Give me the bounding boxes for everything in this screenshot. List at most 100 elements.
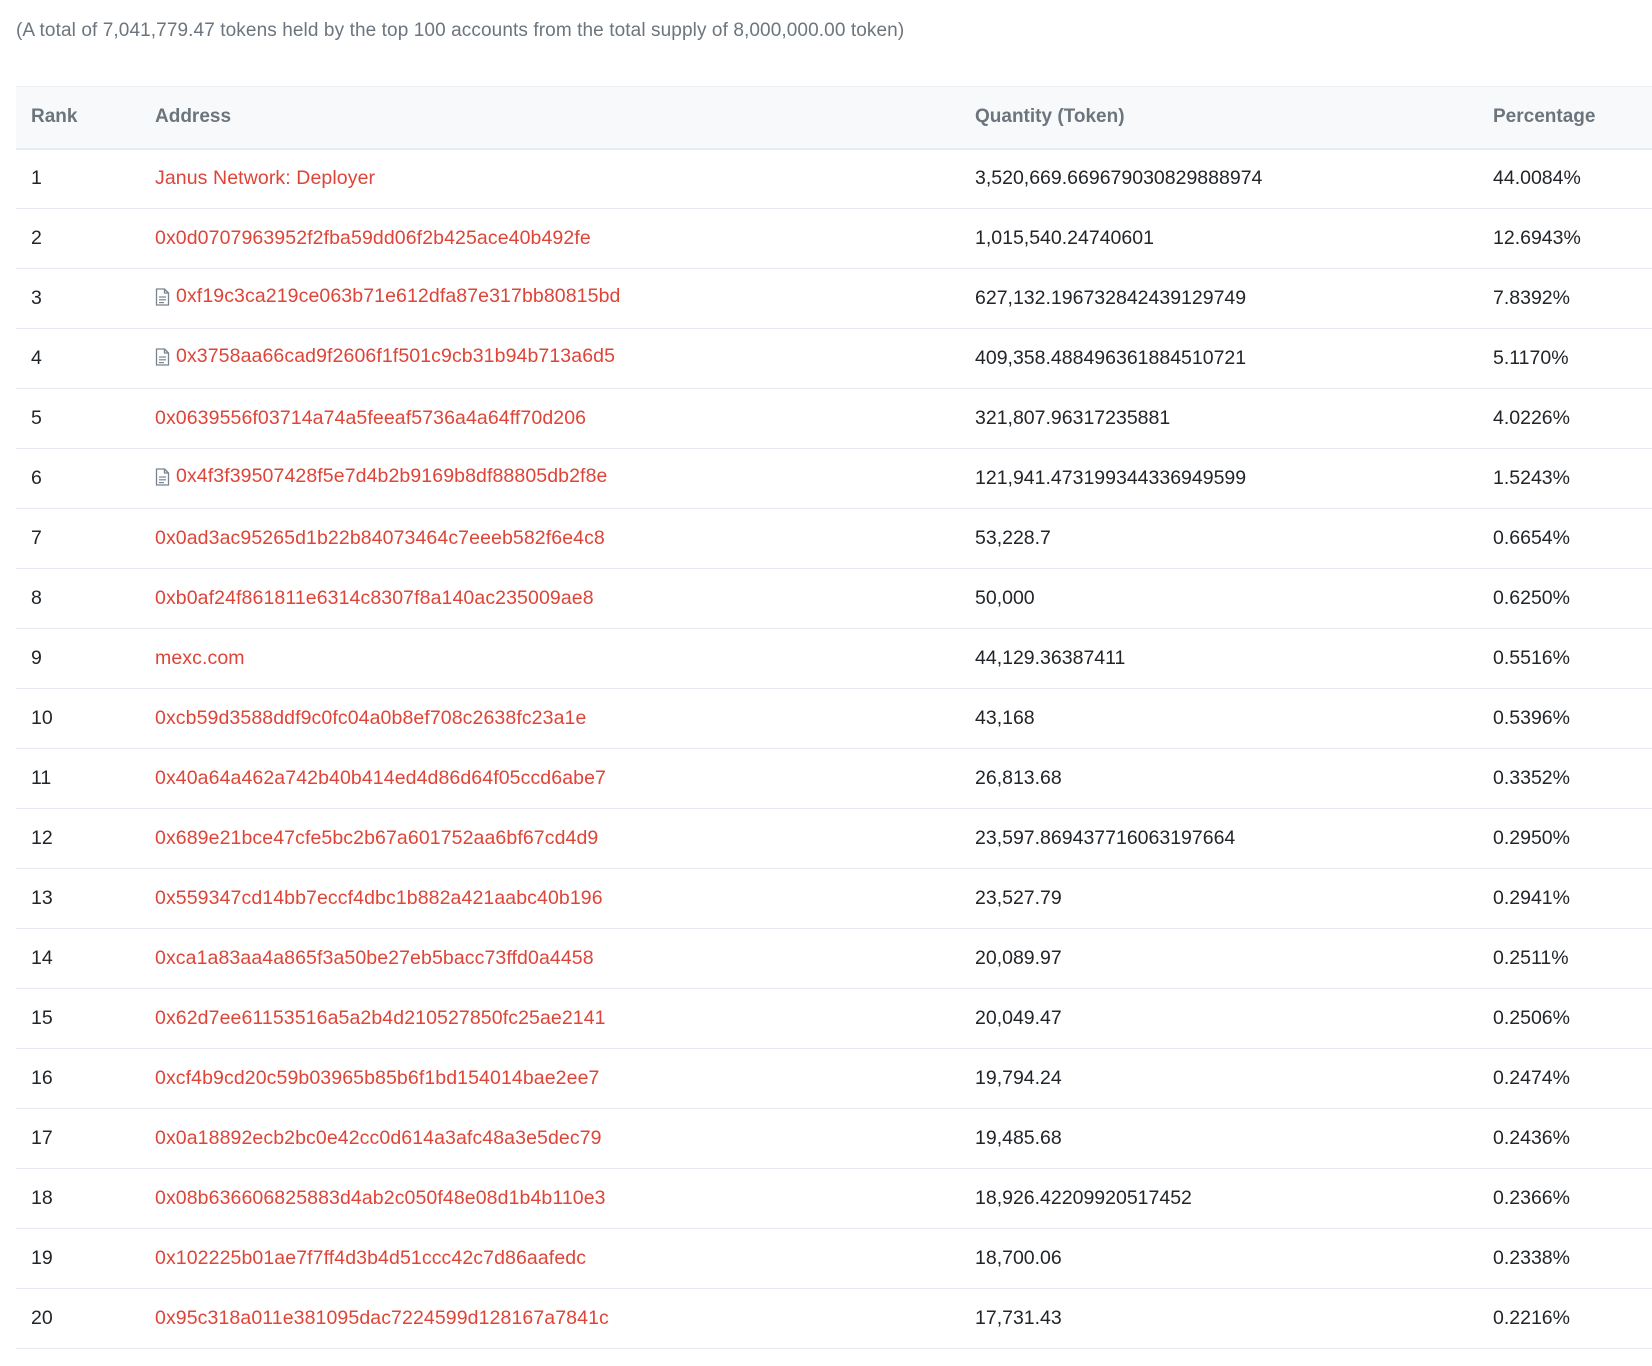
address-cell: Janus Network: Deployer — [140, 148, 960, 209]
rank-cell: 6 — [16, 448, 140, 509]
table-row: 14 0xca1a83aa4a865f3a50be27eb5bacc73ffd0… — [16, 928, 1652, 989]
rank-cell: 14 — [16, 928, 140, 989]
rank-cell: 17 — [16, 1108, 140, 1169]
holder-address-link[interactable]: 0x0a18892ecb2bc0e42cc0d614a3afc48a3e5dec… — [155, 1127, 602, 1150]
holder-address-text: 0x0d0707963952f2fba59dd06f2b425ace40b492… — [155, 227, 591, 249]
address-cell: 0x689e21bce47cfe5bc2b67a601752aa6bf67cd4… — [140, 808, 960, 869]
holder-address-link[interactable]: 0x559347cd14bb7eccf4dbc1b882a421aabc40b1… — [155, 887, 603, 910]
holders-table: Rank Address Quantity (Token) Percentage… — [16, 86, 1652, 1349]
column-header-quantity: Quantity (Token) — [960, 86, 1478, 150]
table-body: 1 Janus Network: Deployer 3,520,669.6696… — [16, 148, 1652, 1349]
table-row: 7 0x0ad3ac95265d1b22b84073464c7eeeb582f6… — [16, 508, 1652, 569]
rank-cell: 9 — [16, 628, 140, 689]
quantity-cell: 3,520,669.669679030829888974 — [960, 148, 1478, 209]
table-row: 5 0x0639556f03714a74a5feeaf5736a4a64ff70… — [16, 388, 1652, 449]
holders-summary: (A total of 7,041,779.47 tokens held by … — [16, 20, 905, 41]
percentage-cell: 0.2950% — [1478, 808, 1652, 869]
holder-address-link[interactable]: 0xca1a83aa4a865f3a50be27eb5bacc73ffd0a44… — [155, 947, 594, 970]
holder-address-link[interactable]: 0x102225b01ae7f7ff4d3b4d51ccc42c7d86aafe… — [155, 1247, 586, 1270]
address-cell: 0x559347cd14bb7eccf4dbc1b882a421aabc40b1… — [140, 868, 960, 929]
address-cell: 0x40a64a462a742b40b414ed4d86d64f05ccd6ab… — [140, 748, 960, 809]
table-row: 3 0xf19c3ca219ce063b71e612dfa87e317bb808… — [16, 268, 1652, 329]
holder-address-link[interactable]: 0x0ad3ac95265d1b22b84073464c7eeeb582f6e4… — [155, 527, 605, 550]
holder-address-text: 0x0a18892ecb2bc0e42cc0d614a3afc48a3e5dec… — [155, 1127, 602, 1149]
address-cell: mexc.com — [140, 628, 960, 689]
percentage-cell: 0.2436% — [1478, 1108, 1652, 1169]
rank-cell: 3 — [16, 268, 140, 329]
address-cell: 0x08b636606825883d4ab2c050f48e08d1b4b110… — [140, 1168, 960, 1229]
holder-address-link[interactable]: 0xb0af24f861811e6314c8307f8a140ac235009a… — [155, 587, 594, 610]
column-header-percentage: Percentage — [1478, 86, 1652, 150]
percentage-cell: 1.5243% — [1478, 448, 1652, 509]
quantity-cell: 1,015,540.24740601 — [960, 208, 1478, 269]
holder-address-text: 0x40a64a462a742b40b414ed4d86d64f05ccd6ab… — [155, 767, 606, 789]
percentage-cell: 0.2338% — [1478, 1228, 1652, 1289]
address-cell: 0x95c318a011e381095dac7224599d128167a784… — [140, 1288, 960, 1349]
table-header-row: Rank Address Quantity (Token) Percentage — [16, 86, 1652, 150]
percentage-cell: 12.6943% — [1478, 208, 1652, 269]
holder-address-link[interactable]: mexc.com — [155, 647, 245, 670]
holder-address-text: 0x559347cd14bb7eccf4dbc1b882a421aabc40b1… — [155, 887, 603, 909]
address-cell: 0xf19c3ca219ce063b71e612dfa87e317bb80815… — [140, 268, 960, 329]
quantity-cell: 53,228.7 — [960, 508, 1478, 569]
holder-address-text: 0x95c318a011e381095dac7224599d128167a784… — [155, 1307, 609, 1329]
percentage-cell: 0.3352% — [1478, 748, 1652, 809]
percentage-cell: 7.8392% — [1478, 268, 1652, 329]
holder-address-link[interactable]: 0x40a64a462a742b40b414ed4d86d64f05ccd6ab… — [155, 767, 606, 790]
quantity-cell: 43,168 — [960, 688, 1478, 749]
holder-address-text: 0x0ad3ac95265d1b22b84073464c7eeeb582f6e4… — [155, 527, 605, 549]
holder-address-link[interactable]: 0x62d7ee61153516a5a2b4d210527850fc25ae21… — [155, 1007, 606, 1030]
quantity-cell: 321,807.96317235881 — [960, 388, 1478, 449]
quantity-cell: 19,794.24 — [960, 1048, 1478, 1109]
contract-file-icon — [155, 468, 170, 486]
table-row: 20 0x95c318a011e381095dac7224599d128167a… — [16, 1288, 1652, 1349]
table-row: 1 Janus Network: Deployer 3,520,669.6696… — [16, 148, 1652, 209]
address-cell: 0x4f3f39507428f5e7d4b2b9169b8df88805db2f… — [140, 448, 960, 509]
rank-cell: 7 — [16, 508, 140, 569]
table-row: 12 0x689e21bce47cfe5bc2b67a601752aa6bf67… — [16, 808, 1652, 869]
holder-address-text: mexc.com — [155, 647, 245, 669]
quantity-cell: 121,941.473199344336949599 — [960, 448, 1478, 509]
quantity-cell: 44,129.36387411 — [960, 628, 1478, 689]
holder-address-link[interactable]: 0x0d0707963952f2fba59dd06f2b425ace40b492… — [155, 227, 591, 250]
percentage-cell: 0.2511% — [1478, 928, 1652, 989]
holder-address-link[interactable]: 0x4f3f39507428f5e7d4b2b9169b8df88805db2f… — [155, 465, 607, 488]
holder-address-link[interactable]: 0x0639556f03714a74a5feeaf5736a4a64ff70d2… — [155, 407, 586, 430]
holders-table-container: Rank Address Quantity (Token) Percentage… — [16, 86, 1652, 1349]
holder-address-text: 0x0639556f03714a74a5feeaf5736a4a64ff70d2… — [155, 407, 587, 429]
rank-cell: 12 — [16, 808, 140, 869]
column-header-address: Address — [140, 86, 960, 150]
holder-address-link[interactable]: Janus Network: Deployer — [155, 167, 375, 190]
percentage-cell: 0.2506% — [1478, 988, 1652, 1049]
contract-file-icon — [155, 348, 170, 366]
holder-address-text: 0x62d7ee61153516a5a2b4d210527850fc25ae21… — [155, 1007, 606, 1029]
holder-address-link[interactable]: 0x95c318a011e381095dac7224599d128167a784… — [155, 1307, 609, 1330]
address-cell: 0x0d0707963952f2fba59dd06f2b425ace40b492… — [140, 208, 960, 269]
holder-address-link[interactable]: 0x689e21bce47cfe5bc2b67a601752aa6bf67cd4… — [155, 827, 598, 850]
percentage-cell: 0.5516% — [1478, 628, 1652, 689]
quantity-cell: 18,700.06 — [960, 1228, 1478, 1289]
table-row: 19 0x102225b01ae7f7ff4d3b4d51ccc42c7d86a… — [16, 1228, 1652, 1289]
table-row: 6 0x4f3f39507428f5e7d4b2b9169b8df88805db… — [16, 448, 1652, 509]
column-header-rank: Rank — [16, 86, 140, 150]
holder-address-link[interactable]: 0xcb59d3588ddf9c0fc04a0b8ef708c2638fc23a… — [155, 707, 586, 730]
table-row: 4 0x3758aa66cad9f2606f1f501c9cb31b94b713… — [16, 328, 1652, 389]
table-row: 18 0x08b636606825883d4ab2c050f48e08d1b4b… — [16, 1168, 1652, 1229]
address-cell: 0x102225b01ae7f7ff4d3b4d51ccc42c7d86aafe… — [140, 1228, 960, 1289]
quantity-cell: 17,731.43 — [960, 1288, 1478, 1349]
holder-address-link[interactable]: 0x08b636606825883d4ab2c050f48e08d1b4b110… — [155, 1187, 606, 1210]
percentage-cell: 0.2366% — [1478, 1168, 1652, 1229]
percentage-cell: 0.6250% — [1478, 568, 1652, 629]
rank-cell: 18 — [16, 1168, 140, 1229]
table-row: 11 0x40a64a462a742b40b414ed4d86d64f05ccd… — [16, 748, 1652, 809]
holder-address-link[interactable]: 0x3758aa66cad9f2606f1f501c9cb31b94b713a6… — [155, 345, 615, 368]
quantity-cell: 409,358.488496361884510721 — [960, 328, 1478, 389]
percentage-cell: 0.2474% — [1478, 1048, 1652, 1109]
table-row: 8 0xb0af24f861811e6314c8307f8a140ac23500… — [16, 568, 1652, 629]
holder-address-link[interactable]: 0xcf4b9cd20c59b03965b85b6f1bd154014bae2e… — [155, 1067, 599, 1090]
holder-address-link[interactable]: 0xf19c3ca219ce063b71e612dfa87e317bb80815… — [155, 285, 620, 308]
holder-address-text: 0x08b636606825883d4ab2c050f48e08d1b4b110… — [155, 1187, 606, 1209]
address-cell: 0x62d7ee61153516a5a2b4d210527850fc25ae21… — [140, 988, 960, 1049]
quantity-cell: 23,597.869437716063197664 — [960, 808, 1478, 869]
rank-cell: 15 — [16, 988, 140, 1049]
